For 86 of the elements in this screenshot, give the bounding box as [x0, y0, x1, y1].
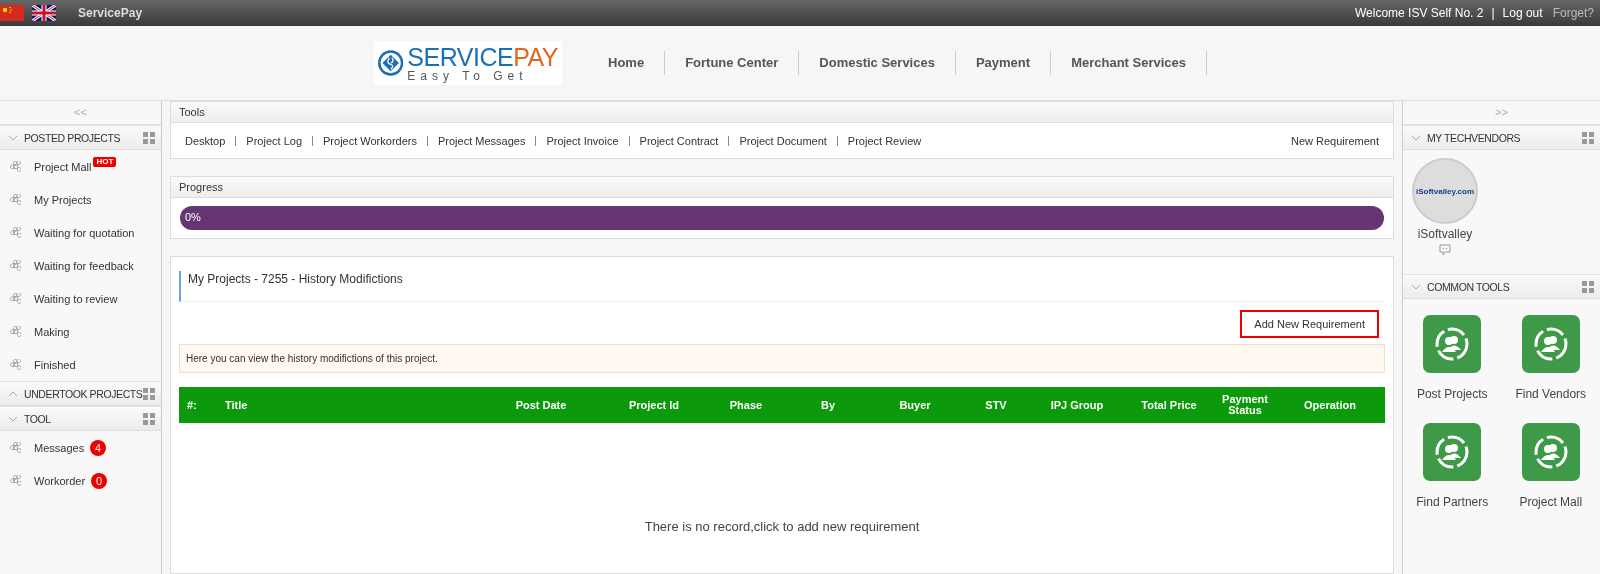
sidebar-item[interactable]: Finished: [34, 358, 76, 371]
progress-reading: 0%: [185, 211, 201, 223]
nav-link[interactable]: Merchant Services: [1051, 51, 1208, 75]
nav-link[interactable]: Home: [588, 51, 666, 75]
sidebar-item[interactable]: Making: [34, 325, 70, 338]
tool-tile[interactable]: [1521, 423, 1580, 481]
logo-tagline: Easy To Get: [407, 69, 529, 82]
column-header: By: [819, 399, 837, 411]
logout-link[interactable]: Log out: [1502, 6, 1543, 20]
empty-message[interactable]: There is no record,click to add new requirement: [644, 519, 920, 534]
add-requirement-button[interactable]: Add New Requirement: [1240, 310, 1379, 338]
sidebar-item[interactable]: Project Mall: [34, 160, 92, 173]
tile-label: Find Vendors: [1515, 387, 1587, 401]
chevron-up-icon[interactable]: [8, 390, 18, 397]
sidebar-item[interactable]: Workorder: [34, 474, 86, 487]
forget-link[interactable]: Forget?: [1552, 6, 1594, 20]
panel-title: Tools: [171, 102, 1393, 123]
section-header[interactable]: MY TECHVENDORS: [1403, 125, 1600, 150]
grid-icon[interactable]: [143, 387, 155, 400]
grid-icon[interactable]: [1582, 280, 1594, 293]
column-header: Phase: [728, 399, 764, 411]
column-header: STV: [984, 399, 1008, 411]
sidebar-item[interactable]: Waiting to review: [34, 292, 118, 305]
logo-name: SERVICEPAY: [407, 44, 558, 70]
tool-link[interactable]: Project Review: [847, 134, 922, 147]
user-group-icon: [1434, 326, 1471, 362]
section-header[interactable]: COMMON TOOLS: [1403, 274, 1600, 299]
grid-icon[interactable]: [143, 412, 155, 425]
chat-icon[interactable]: [1439, 244, 1451, 256]
tile-label: Post Projects: [1416, 387, 1488, 401]
vendor-name: iSoftvalley: [1417, 227, 1473, 241]
site-name: ServicePay: [78, 6, 143, 20]
panel-title: Progress: [171, 177, 1393, 198]
tool-link[interactable]: Project Messages: [437, 134, 526, 147]
tool-link[interactable]: Project Contract: [639, 134, 719, 147]
user-group-icon: [1434, 434, 1471, 470]
project-title: My Projects - 7255 - History Modifictions: [179, 271, 1385, 302]
sidebar-item[interactable]: Waiting for feedback: [34, 259, 134, 272]
section-header[interactable]: TOOL: [0, 406, 161, 431]
tool-link[interactable]: Project Document: [739, 134, 827, 147]
nav-link[interactable]: Fortune Center: [665, 51, 800, 75]
tile-label: Find Partners: [1416, 495, 1489, 509]
grid-icon[interactable]: [143, 131, 155, 144]
column-header: Post Date: [514, 399, 568, 411]
chevron-down-icon[interactable]: [1411, 283, 1421, 290]
column-header: Total Price: [1140, 399, 1198, 411]
tool-link[interactable]: Project Invoice: [546, 134, 619, 147]
chevron-down-icon[interactable]: [1411, 134, 1421, 141]
column-header: IPJ Group: [1049, 399, 1105, 411]
tool-link[interactable]: Project Log: [246, 134, 302, 147]
tool-tile[interactable]: [1423, 423, 1482, 481]
tile-label: Project Mall: [1519, 495, 1583, 509]
sidebar-item[interactable]: Messages: [34, 441, 85, 454]
column-header: Buyer: [898, 399, 932, 411]
vendor-avatar[interactable]: iSoftvalley.com: [1412, 158, 1478, 224]
separator: |: [1491, 6, 1495, 20]
new-requirement-link[interactable]: New Requirement: [1290, 134, 1379, 147]
column-header: Operation: [1303, 399, 1357, 411]
nav-link[interactable]: Domestic Services: [799, 51, 956, 75]
grid-icon[interactable]: [1582, 131, 1594, 144]
uk-flag-icon[interactable]: [32, 5, 56, 21]
count-badge: 0: [91, 472, 108, 489]
sidebar-item[interactable]: My Projects: [34, 193, 92, 206]
tool-link[interactable]: Desktop: [185, 134, 226, 147]
chevron-down-icon[interactable]: [8, 134, 18, 141]
tool-tile[interactable]: [1521, 315, 1580, 373]
column-header: Project Id: [627, 399, 681, 411]
hot-tag: HOT: [93, 157, 117, 167]
count-badge: 4: [90, 439, 107, 456]
column-header: #:: [186, 399, 198, 411]
column-header: Title: [224, 399, 249, 411]
user-group-icon: [1532, 326, 1569, 362]
user-group-icon: [1532, 434, 1569, 470]
section-header[interactable]: UNDERTOOK PROJECTS: [0, 381, 161, 406]
nav-link[interactable]: Payment: [955, 51, 1052, 75]
logo[interactable]: SERVICEPAY Easy To Get: [374, 41, 562, 85]
welcome-text: Welcome ISV Self No. 2: [1354, 6, 1484, 20]
chevron-down-icon[interactable]: [8, 415, 18, 422]
china-flag-icon[interactable]: [0, 5, 24, 21]
sidebar-item[interactable]: Waiting for quotation: [34, 226, 135, 239]
tool-tile[interactable]: [1423, 315, 1482, 373]
notice-text: Here you can view the history modifictions of this project.: [179, 344, 1385, 373]
column-header: Payment Status: [1221, 394, 1269, 416]
section-header[interactable]: POSTED PROJECTS: [0, 125, 161, 150]
tool-link[interactable]: Project Workorders: [323, 134, 417, 147]
vendor-logo: iSoftvalley.com: [1415, 186, 1475, 196]
